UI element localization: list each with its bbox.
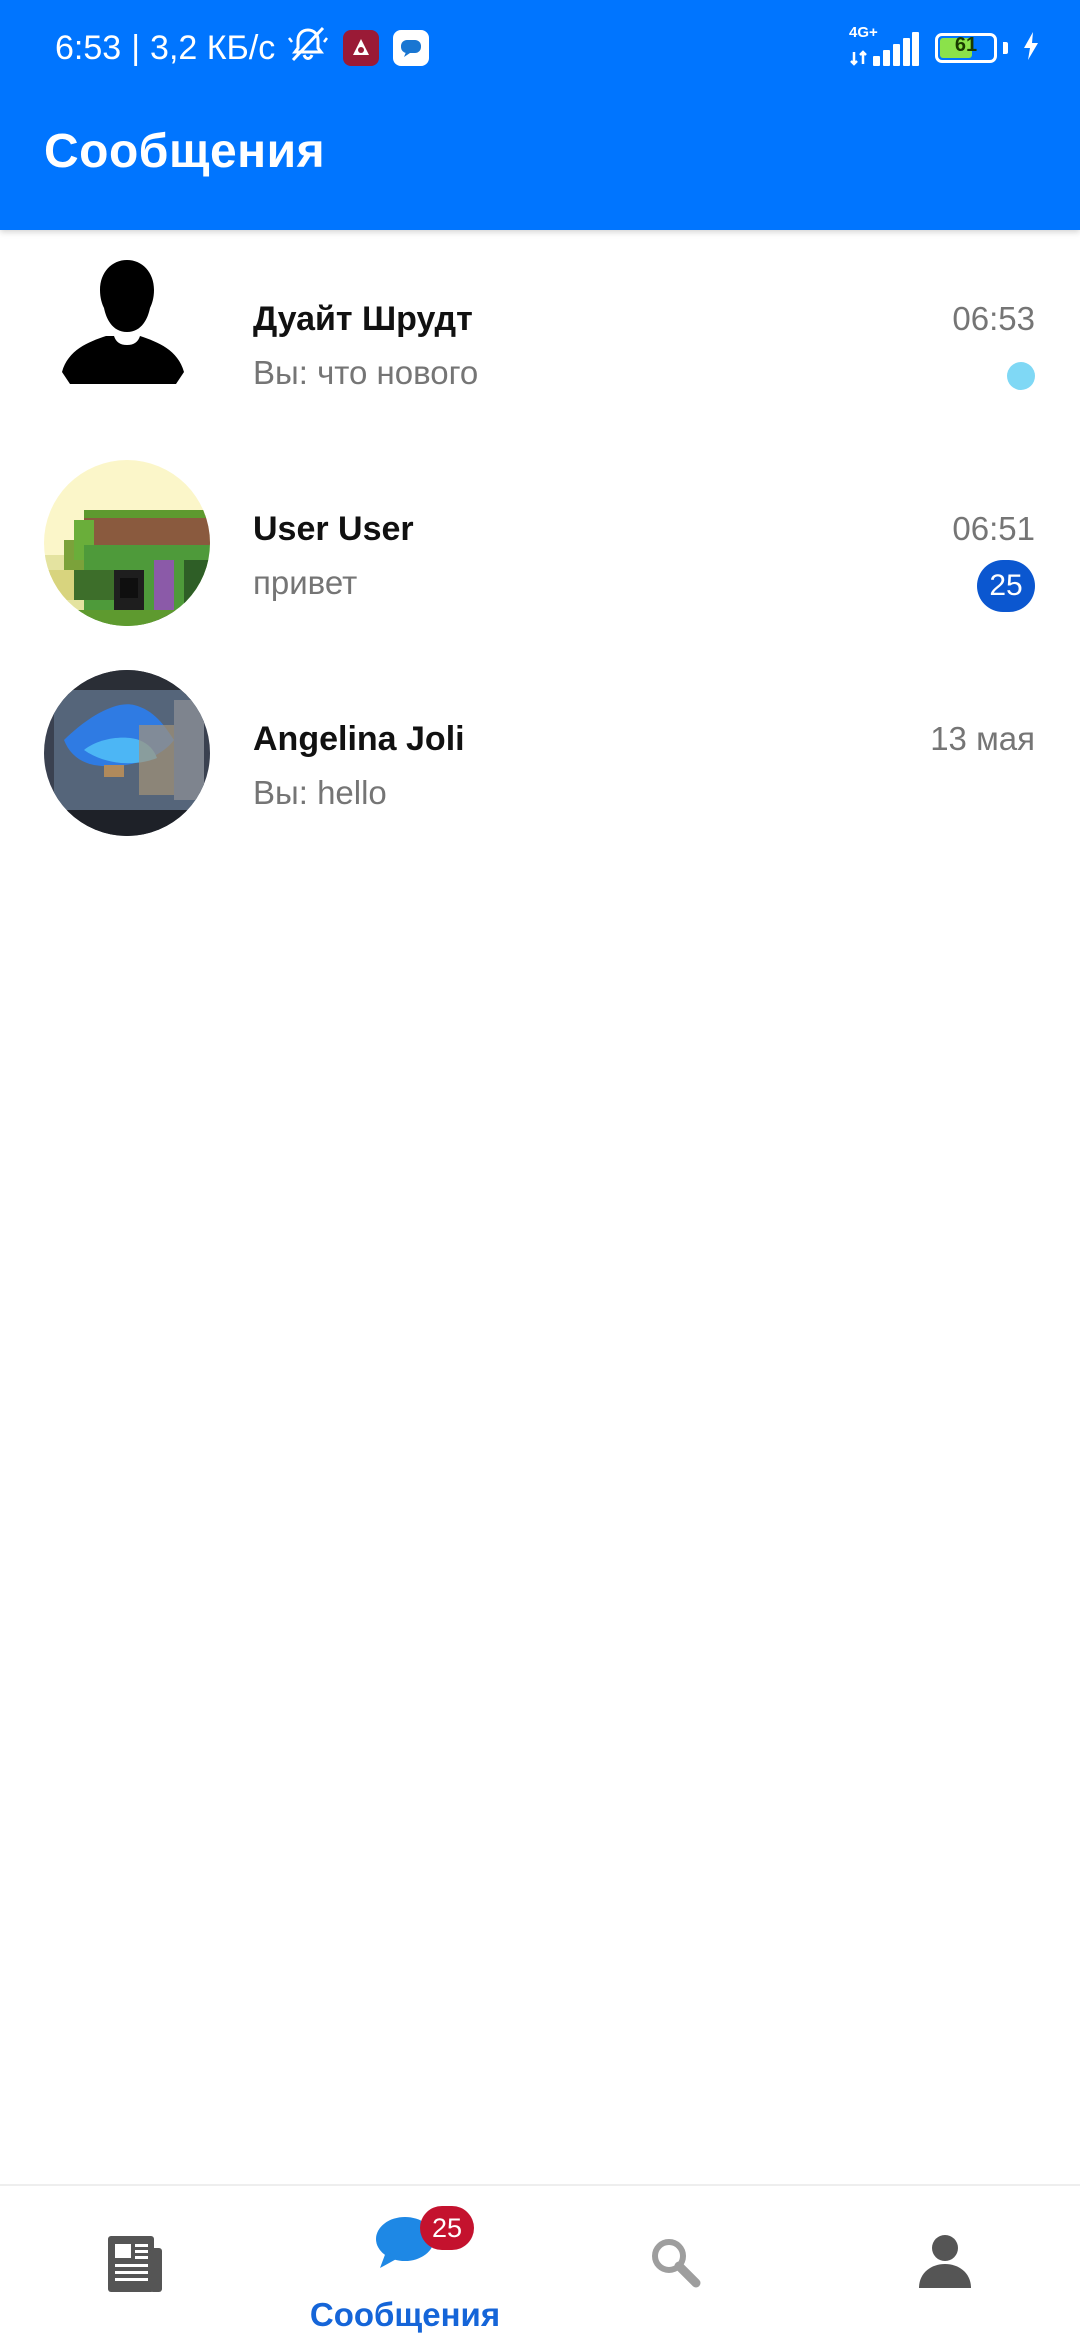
bottom-navigation: 25 Сообщения	[0, 2184, 1080, 2340]
message-preview: привет	[253, 564, 358, 601]
network-speed: 3,2 КБ/с	[150, 28, 276, 67]
message-time: 13 мая	[930, 720, 1035, 757]
message-preview: Вы: hello	[253, 774, 387, 811]
news-feed-icon	[106, 2234, 164, 2299]
conversation-list: Дуайт Шрудт Вы: что нового 06:53 User Us…	[0, 250, 1080, 880]
tab-search[interactable]	[540, 2186, 810, 2340]
tab-label: Сообщения	[309, 2296, 501, 2333]
message-preview: Вы: что нового	[253, 354, 479, 391]
messages-badge: 25	[420, 2206, 474, 2250]
conversation-item[interactable]: Дуайт Шрудт Вы: что нового 06:53	[0, 250, 1080, 460]
page-title: Сообщения	[44, 125, 326, 178]
status-bar: 6:53 | 3,2 КБ/с 4G+ 61	[0, 0, 1080, 96]
contact-name: User User	[253, 510, 414, 548]
network-type: 4G+	[849, 24, 878, 41]
message-time: 06:53	[952, 300, 1035, 337]
battery-level: 61	[954, 34, 978, 56]
profile-icon	[917, 2232, 973, 2293]
contact-name: Angelina Joli	[253, 720, 465, 758]
messenger-notification-icon	[393, 30, 430, 66]
photo-avatar	[44, 670, 210, 836]
tab-messages[interactable]: 25 Сообщения	[270, 2186, 540, 2340]
status-left: 6:53 | 3,2 КБ/с	[55, 22, 430, 74]
messages-screen: 6:53 | 3,2 КБ/с 4G+ 61 Сообщения Дуайт Ш…	[0, 0, 1080, 2340]
status-right: 4G+ 61	[849, 24, 1040, 70]
status-separator: |	[131, 28, 141, 67]
battery-icon: 61	[935, 33, 997, 63]
unread-dot	[1007, 362, 1035, 390]
app-header: 6:53 | 3,2 КБ/с 4G+ 61 Сообщения	[0, 0, 1080, 230]
tab-news[interactable]	[0, 2186, 270, 2340]
conversation-item[interactable]: Angelina Joli Вы: hello 13 мая	[0, 670, 1080, 880]
app-notification-icon	[343, 30, 380, 66]
muted-bell-icon	[287, 24, 329, 73]
battery-tip	[1003, 42, 1008, 54]
conversation-item[interactable]: User User привет 06:51 25	[0, 460, 1080, 670]
clock: 6:53	[55, 28, 122, 67]
default-person-avatar	[44, 250, 210, 416]
unread-count-badge: 25	[977, 560, 1035, 612]
signal-strength-icon: 4G+	[849, 24, 919, 68]
search-icon	[649, 2236, 701, 2293]
pixel-art-avatar	[44, 460, 210, 626]
message-time: 06:51	[952, 510, 1035, 547]
charging-icon	[1022, 31, 1040, 66]
tab-profile[interactable]	[810, 2186, 1080, 2340]
contact-name: Дуайт Шрудт	[253, 300, 473, 338]
